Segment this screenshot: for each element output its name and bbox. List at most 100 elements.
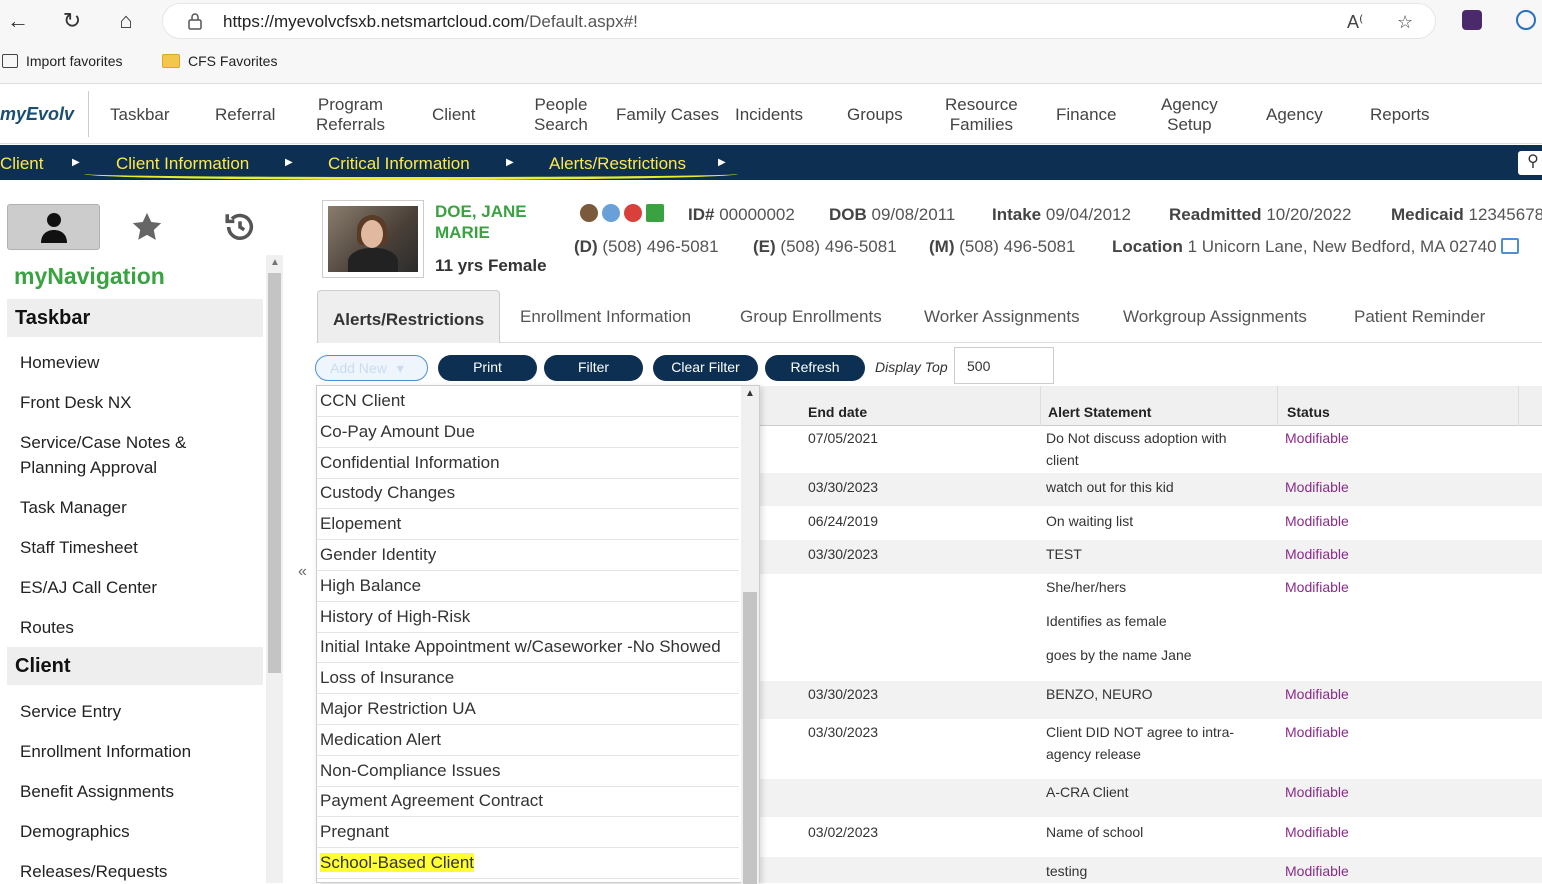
cfs-favorites-folder[interactable]: CFS Favorites <box>162 53 277 69</box>
home-icon[interactable]: ⌂ <box>112 7 140 35</box>
nav-program-referrals[interactable]: Program Referrals <box>316 95 385 135</box>
header-status[interactable]: Status <box>1287 404 1330 420</box>
worker-icon[interactable] <box>580 204 598 222</box>
cell-status[interactable]: Modifiable <box>1285 860 1349 882</box>
search-icon[interactable]: ⚲ <box>1518 151 1542 175</box>
cell-status[interactable]: Modifiable <box>1285 576 1349 598</box>
dropdown-item[interactable]: Co-Pay Amount Due <box>317 417 739 448</box>
link-service-entry[interactable]: Service Entry <box>20 699 121 724</box>
link-call-center[interactable]: ES/AJ Call Center <box>20 575 157 600</box>
tab-alerts-restrictions[interactable]: Alerts/Restrictions <box>317 290 501 343</box>
dropdown-item[interactable]: Medication Alert <box>317 725 739 756</box>
address-bar[interactable]: https://myevolvcfsxb.netsmartcloud.com/D… <box>162 3 1436 39</box>
dropdown-item[interactable]: High Balance <box>317 571 739 602</box>
table-row[interactable]: 03/30/2023 TEST Modifiable <box>760 540 1542 574</box>
dropdown-item[interactable]: Confidential Information <box>317 448 739 479</box>
client-name[interactable]: DOE, JANE MARIE <box>435 201 527 243</box>
nav-people-search[interactable]: People Search <box>534 95 588 135</box>
display-top-input[interactable]: 500 <box>954 347 1054 384</box>
extension-icon[interactable] <box>1462 10 1482 30</box>
link-routes[interactable]: Routes <box>20 615 74 640</box>
nav-groups[interactable]: Groups <box>847 105 903 125</box>
breadcrumb-client[interactable]: Client <box>0 154 43 174</box>
tab-patient-reminder[interactable]: Patient Reminder <box>1354 290 1485 343</box>
tab-workgroup-assignments[interactable]: Workgroup Assignments <box>1123 290 1307 343</box>
print-button[interactable]: Print <box>438 355 537 381</box>
cell-status[interactable]: Modifiable <box>1285 543 1349 565</box>
cell-status[interactable]: Modifiable <box>1285 476 1349 498</box>
profile-icon[interactable] <box>1516 10 1536 30</box>
filter-button[interactable]: Filter <box>544 355 643 381</box>
map-icon[interactable] <box>1500 238 1519 254</box>
tab-group-enrollments[interactable]: Group Enrollments <box>740 290 882 343</box>
refresh-button[interactable]: Refresh <box>765 355 865 381</box>
dropdown-item[interactable]: Payment Agreement Contract <box>317 786 739 817</box>
sidebar-scrollbar[interactable]: ▲ <box>266 255 283 883</box>
table-row[interactable]: 03/02/2023 Name of school Modifiable <box>760 817 1542 857</box>
link-releases-requests[interactable]: Releases/Requests <box>20 859 167 884</box>
dropdown-item[interactable]: Pregnant <box>317 817 739 848</box>
scroll-up-icon[interactable]: ▲ <box>270 257 280 268</box>
table-row[interactable]: 06/24/2019 On waiting list Modifiable <box>760 506 1542 540</box>
table-row[interactable]: 03/30/2023 Client DID NOT agree to intra… <box>760 719 1542 779</box>
nav-finance[interactable]: Finance <box>1056 105 1116 125</box>
nav-taskbar[interactable]: Taskbar <box>110 105 170 125</box>
table-row[interactable]: testing Modifiable <box>760 857 1542 883</box>
nav-referral[interactable]: Referral <box>215 105 275 125</box>
tab-worker-assignments[interactable]: Worker Assignments <box>924 290 1080 343</box>
nav-agency[interactable]: Agency <box>1266 105 1323 125</box>
brand-logo[interactable]: myEvolv <box>0 104 74 125</box>
dropdown-item[interactable]: Major Restriction UA <box>317 694 739 725</box>
link-task-manager[interactable]: Task Manager <box>20 495 127 520</box>
nav-reports[interactable]: Reports <box>1370 105 1430 125</box>
header-end-date[interactable]: End date <box>808 404 867 420</box>
scroll-thumb[interactable] <box>743 592 757 884</box>
table-row[interactable]: 03/30/2023 watch out for this kid Modifi… <box>760 473 1542 506</box>
cell-status[interactable]: Modifiable <box>1285 721 1349 743</box>
link-front-desk-nx[interactable]: Front Desk NX <box>20 390 131 415</box>
refresh-icon[interactable]: ↻ <box>58 7 86 35</box>
dropdown-item[interactable]: History of High-Risk <box>317 602 739 633</box>
cell-status[interactable]: Modifiable <box>1285 821 1349 843</box>
tab-my-navigation[interactable] <box>7 204 100 250</box>
scroll-up-icon[interactable]: ▲ <box>745 388 755 399</box>
cell-status[interactable]: Modifiable <box>1285 683 1349 705</box>
nav-resource-families[interactable]: Resource Families <box>945 95 1018 135</box>
table-row[interactable]: She/her/hers Modifiable Identifies as fe… <box>760 574 1542 681</box>
home-status-icon[interactable] <box>646 204 664 222</box>
table-row[interactable]: 07/05/2021 Do Not discuss adoption with c… <box>760 427 1542 473</box>
nav-client[interactable]: Client <box>432 105 475 125</box>
cell-status[interactable]: Modifiable <box>1285 781 1349 803</box>
import-favorites[interactable]: Import favorites <box>2 53 122 69</box>
collapse-sidebar-icon[interactable]: « <box>298 563 307 581</box>
client-photo[interactable] <box>322 200 424 278</box>
link-homeview[interactable]: Homeview <box>20 350 99 375</box>
section-client[interactable]: Client <box>7 647 263 685</box>
link-staff-timesheet[interactable]: Staff Timesheet <box>20 535 138 560</box>
nav-incidents[interactable]: Incidents <box>735 105 803 125</box>
dropdown-scrollbar[interactable]: ▲ <box>741 386 759 884</box>
dropdown-item[interactable]: Gender Identity <box>317 540 739 571</box>
table-row[interactable]: A-CRA Client Modifiable <box>760 779 1542 817</box>
tab-favorites[interactable] <box>100 204 193 250</box>
add-favorite-icon[interactable]: ☆ <box>1397 12 1413 33</box>
dropdown-item-school-based-client[interactable]: School-Based Client <box>317 848 739 879</box>
dropdown-item[interactable]: Initial Intake Appointment w/Caseworker … <box>317 632 739 663</box>
dropdown-item[interactable]: CCN Client <box>317 386 739 417</box>
section-taskbar[interactable]: Taskbar <box>7 299 263 337</box>
tab-history[interactable] <box>193 204 286 250</box>
read-aloud-icon[interactable]: A⁽ <box>1347 12 1363 33</box>
link-enrollment-information[interactable]: Enrollment Information <box>20 739 191 764</box>
back-arrow-icon[interactable]: ← <box>4 7 32 35</box>
table-row[interactable]: 03/30/2023 BENZO, NEURO Modifiable <box>760 681 1542 719</box>
link-demographics[interactable]: Demographics <box>20 819 130 844</box>
dropdown-item[interactable]: Loss of Insurance <box>317 663 739 694</box>
link-benefit-assignments[interactable]: Benefit Assignments <box>20 779 174 804</box>
add-new-button[interactable]: Add New ▾ <box>315 355 428 381</box>
dropdown-item[interactable]: Custody Changes <box>317 478 739 509</box>
nav-agency-setup[interactable]: Agency Setup <box>1161 95 1218 135</box>
dropdown-item[interactable]: Non-Compliance Issues <box>317 756 739 787</box>
group-icon[interactable] <box>602 204 620 222</box>
cell-status[interactable]: Modifiable <box>1285 427 1349 449</box>
nav-family-cases[interactable]: Family Cases <box>616 105 719 125</box>
